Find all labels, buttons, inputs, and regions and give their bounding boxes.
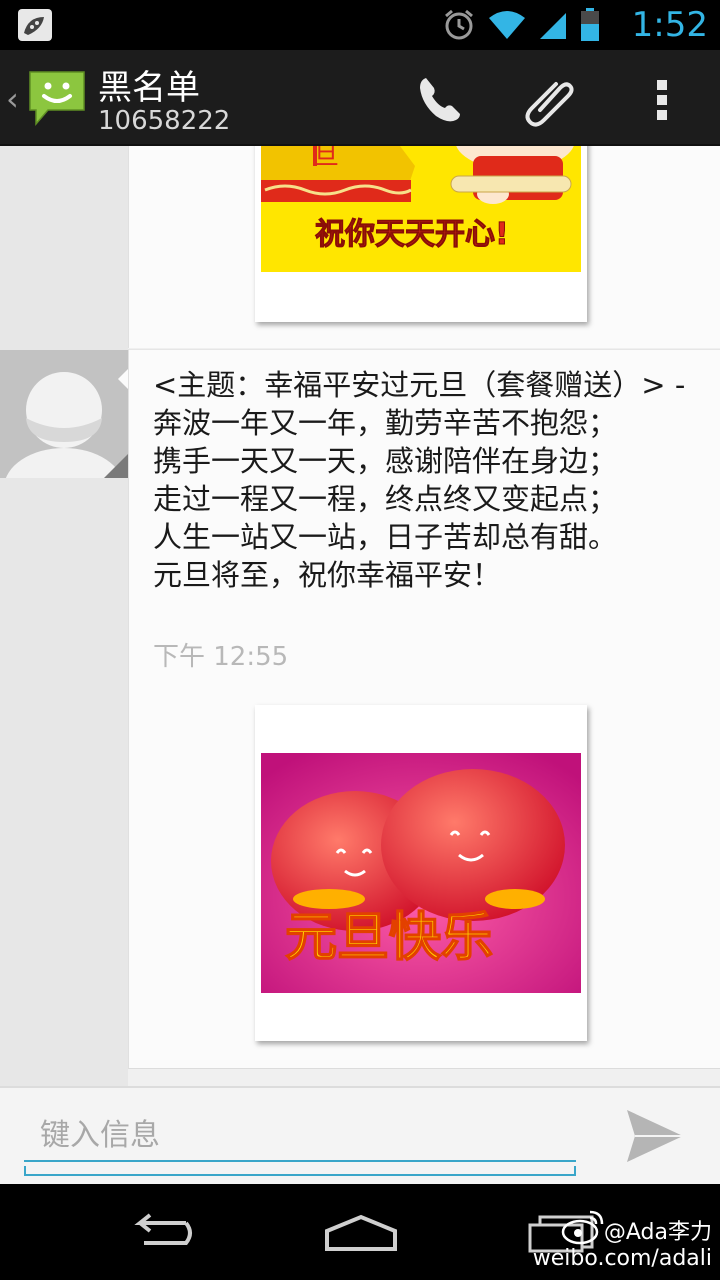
navigation-bar: @Ada李力 weibo.com/adali <box>0 1184 720 1280</box>
message-timestamp: 下午 12:55 <box>153 642 289 672</box>
svg-text:旦: 旦 <box>313 146 339 171</box>
left-gutter <box>0 146 128 1086</box>
cell-signal-icon <box>540 13 566 39</box>
app-notification-icon <box>18 9 52 41</box>
send-button[interactable] <box>620 1104 690 1168</box>
overflow-menu-icon <box>657 80 667 120</box>
call-button[interactable] <box>410 70 470 130</box>
contact-avatar[interactable] <box>0 350 128 478</box>
watermark: @Ada李力 weibo.com/adali <box>533 1220 712 1272</box>
compose-bar <box>0 1086 720 1184</box>
mms-image: 旦 祝你天天开心! <box>261 146 581 272</box>
watermark-handle: @Ada李力 <box>603 1220 712 1245</box>
send-icon <box>627 1110 683 1162</box>
clock: 1:52 <box>631 5 708 45</box>
status-icons <box>442 8 600 42</box>
wifi-icon <box>489 11 525 39</box>
message-card[interactable]: <主题：幸福平安过元旦（套餐赠送）> - 奔波一年又一年，勤劳辛苦不抱怨； 携手… <box>128 349 720 1069</box>
contact-name: 黑名单 <box>98 68 200 108</box>
back-chevron-icon[interactable]: ‹ <box>6 80 19 118</box>
action-bar: ‹ 黑名单 10658222 <box>0 50 720 146</box>
mms-image: 元旦快乐 <box>261 753 581 993</box>
watermark-url: weibo.com/adali <box>532 1246 712 1271</box>
messaging-app-icon[interactable] <box>26 66 88 128</box>
mms-image-frame[interactable]: 元旦快乐 <box>255 705 587 1041</box>
status-bar: 1:52 <box>0 0 720 50</box>
conversation-list[interactable]: 旦 祝你天天开心! <主题：幸福平安过元旦（套餐赠送）> - 奔波一年又一年，勤… <box>0 146 720 1086</box>
mms-image-frame[interactable]: 旦 祝你天天开心! <box>255 146 587 322</box>
phone-icon <box>420 78 460 122</box>
home-button[interactable] <box>316 1208 406 1258</box>
battery-icon <box>581 8 599 41</box>
input-underline <box>24 1166 576 1176</box>
home-icon <box>325 1214 397 1251</box>
overflow-menu-button[interactable] <box>632 70 692 130</box>
mms-image-caption: 元旦快乐 <box>285 907 493 968</box>
message-body: <主题：幸福平安过元旦（套餐赠送）> - 奔波一年又一年，勤劳辛苦不抱怨； 携手… <box>153 368 686 592</box>
attach-button[interactable] <box>520 70 580 130</box>
alarm-icon <box>445 9 473 40</box>
message-input[interactable] <box>24 1110 576 1162</box>
contact-number: 10658222 <box>98 106 231 136</box>
attachment-icon <box>525 82 574 127</box>
mms-image-caption: 祝你天天开心! <box>315 217 509 252</box>
message-card[interactable]: 旦 祝你天天开心! <box>128 146 720 348</box>
back-button[interactable] <box>116 1208 206 1258</box>
default-contact-icon <box>0 350 128 478</box>
back-icon <box>134 1213 192 1245</box>
